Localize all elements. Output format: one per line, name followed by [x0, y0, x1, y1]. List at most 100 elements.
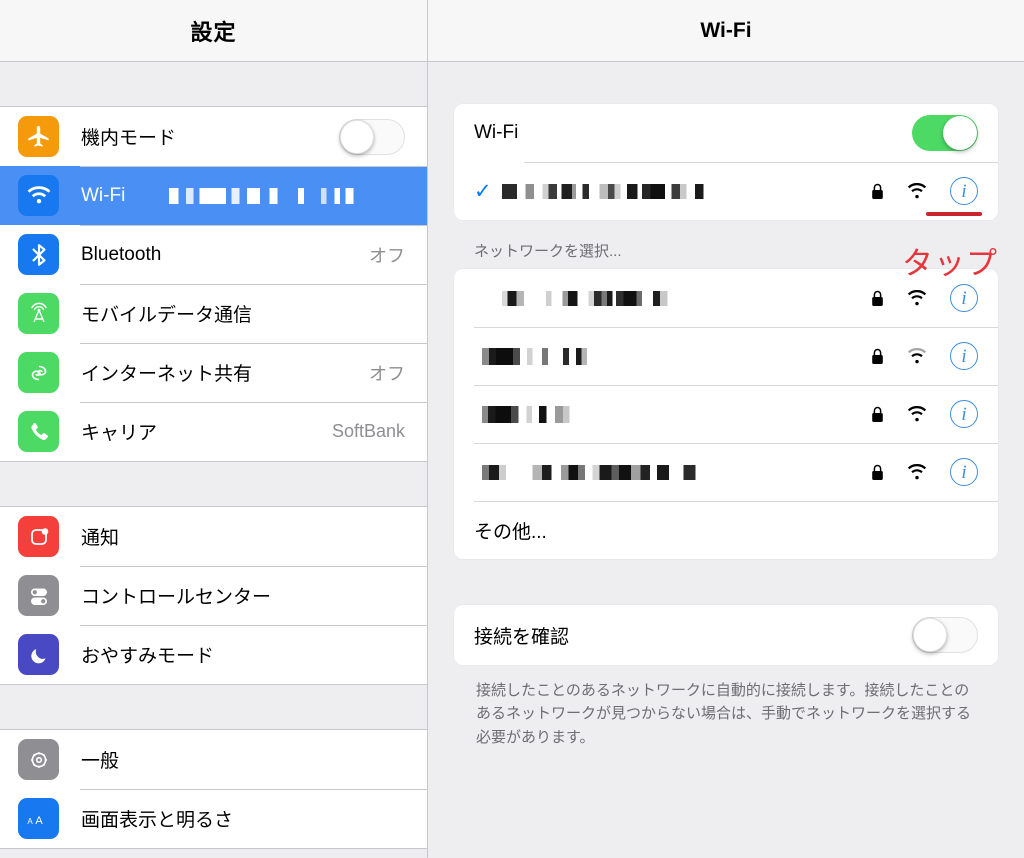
wifi-signal-icon	[906, 406, 928, 422]
network-ssid-redacted	[502, 290, 686, 306]
ask-to-join-row: 接続を確認	[454, 605, 998, 665]
sidebar-item-carrier[interactable]: キャリア SoftBank	[0, 402, 427, 461]
wifi-status-card: Wi-Fi ✓ i	[454, 104, 998, 220]
wifi-toggle-row: Wi-Fi	[454, 104, 998, 162]
sidebar-item-do-not-disturb[interactable]: おやすみモード	[0, 625, 427, 684]
other-network-label: その他...	[474, 521, 547, 543]
wifi-detail-panel: Wi-Fi Wi-Fi ✓ i タップ ネットワークを選択... i i i i…	[428, 0, 1024, 858]
gear-icon	[18, 739, 59, 780]
wifi-toggle-label: Wi-Fi	[474, 122, 519, 143]
toggle-knob	[340, 119, 374, 154]
network-ssid-redacted	[482, 405, 586, 423]
wifi-icon	[18, 175, 59, 216]
ask-to-join-footer-note: 接続したことのあるネットワークに自動的に接続します。接続したことのあるネットワー…	[476, 682, 972, 746]
sidebar-item-label: 通知	[81, 528, 120, 549]
sidebar-item-label: 一般	[81, 751, 120, 772]
sidebar-item-display-brightness[interactable]: AA 画面表示と明るさ	[0, 789, 427, 848]
sidebar-item-cellular[interactable]: モバイルデータ通信	[0, 284, 427, 343]
network-list-card: i i i i その他...	[454, 269, 998, 559]
sidebar-item-control-center[interactable]: コントロールセンター	[0, 566, 427, 625]
sidebar-item-label: 機内モード	[81, 128, 177, 149]
sidebar-wifi-network-redacted	[169, 187, 360, 204]
control-center-icon	[18, 575, 59, 616]
sidebar-item-value: オフ	[369, 363, 405, 384]
wifi-signal-icon	[906, 464, 928, 480]
airplane-icon	[18, 116, 59, 157]
network-ssid-redacted	[482, 347, 622, 365]
detail-navbar: Wi-Fi	[428, 0, 1024, 62]
sidebar-group-general: 一般 AA 画面表示と明るさ	[0, 729, 427, 849]
connected-network-row[interactable]: ✓ i	[454, 162, 998, 220]
notifications-icon	[18, 516, 59, 557]
ask-to-join-toggle[interactable]	[912, 617, 978, 653]
wifi-signal-icon	[906, 290, 928, 306]
sidebar-item-label: おやすみモード	[81, 646, 215, 667]
airplane-mode-toggle[interactable]	[339, 118, 405, 155]
sidebar-group-connectivity: 機内モード Wi-Fi Bluetooth オフ モバイルデータ通信 インターネ…	[0, 106, 427, 462]
network-list-item[interactable]: i	[454, 443, 998, 501]
display-brightness-icon: AA	[18, 798, 59, 839]
detail-title: Wi-Fi	[700, 18, 752, 42]
network-info-button[interactable]: i	[950, 342, 978, 370]
network-list-item[interactable]: i	[454, 327, 998, 385]
sidebar-item-label: 画面表示と明るさ	[81, 810, 234, 831]
sidebar-item-label: インターネット共有	[81, 364, 253, 385]
sidebar-item-value: オフ	[369, 245, 405, 266]
bluetooth-icon	[18, 234, 59, 275]
connected-network-icons: i	[871, 177, 978, 205]
toggle-knob	[913, 618, 947, 652]
settings-sidebar: 設定 機内モード Wi-Fi Bluetooth オフ モバイルデータ通信 イン…	[0, 0, 428, 858]
toggle-knob	[943, 116, 977, 150]
sidebar-navbar: 設定	[0, 0, 427, 62]
lock-icon	[871, 464, 884, 481]
network-info-button[interactable]: i	[950, 284, 978, 312]
page-title: 設定	[190, 19, 237, 45]
sidebar-item-notifications[interactable]: 通知	[0, 507, 427, 566]
lock-icon	[871, 290, 884, 307]
sidebar-item-label: キャリア	[81, 423, 158, 444]
sidebar-gap-2	[0, 685, 427, 729]
phone-icon	[18, 411, 59, 452]
sidebar-item-label: Bluetooth	[81, 243, 162, 265]
network-icons: i	[871, 458, 978, 486]
hotspot-icon	[18, 352, 59, 393]
sidebar-item-label: コントロールセンター	[81, 587, 272, 608]
settings-screen: 設定 機内モード Wi-Fi Bluetooth オフ モバイルデータ通信 イン…	[0, 0, 1024, 858]
wifi-signal-icon	[906, 348, 928, 364]
sidebar-item-airplane-mode[interactable]: 機内モード	[0, 107, 427, 166]
network-info-button[interactable]: i	[950, 400, 978, 428]
network-list-item[interactable]: i	[454, 385, 998, 443]
network-icons: i	[871, 284, 978, 312]
wifi-toggle[interactable]	[912, 115, 978, 151]
network-info-button[interactable]: i	[950, 458, 978, 486]
network-ssid-redacted	[482, 464, 722, 480]
sidebar-item-wifi[interactable]: Wi-Fi	[0, 166, 427, 225]
ask-to-join-card: 接続を確認	[454, 605, 998, 665]
lock-icon	[871, 406, 884, 423]
network-icons: i	[871, 400, 978, 428]
sidebar-item-label: Wi-Fi	[81, 184, 126, 206]
moon-icon	[18, 634, 59, 675]
network-other-row[interactable]: その他...	[454, 501, 998, 559]
ask-to-join-label: 接続を確認	[474, 626, 570, 648]
sidebar-item-label: モバイルデータ通信	[81, 305, 253, 326]
network-info-button[interactable]: i	[950, 177, 978, 205]
svg-text:A: A	[27, 817, 33, 826]
svg-text:A: A	[35, 815, 43, 827]
sidebar-item-personal-hotspot[interactable]: インターネット共有 オフ	[0, 343, 427, 402]
sidebar-gap-1	[0, 462, 427, 506]
tap-target-underline	[926, 212, 982, 216]
sidebar-item-general[interactable]: 一般	[0, 730, 427, 789]
lock-icon	[871, 348, 884, 365]
sidebar-top-gap	[0, 62, 427, 106]
lock-icon	[871, 183, 884, 200]
wifi-signal-icon	[906, 183, 928, 199]
cellular-icon	[18, 293, 59, 334]
sidebar-item-bluetooth[interactable]: Bluetooth オフ	[0, 225, 427, 284]
detail-content: Wi-Fi ✓ i タップ ネットワークを選択... i i i i その他..…	[428, 104, 1024, 749]
network-list-item[interactable]: i	[454, 269, 998, 327]
sidebar-group-system: 通知 コントロールセンター おやすみモード	[0, 506, 427, 685]
network-icons: i	[871, 342, 978, 370]
sidebar-item-value: SoftBank	[331, 421, 405, 441]
checkmark-icon: ✓	[474, 179, 492, 203]
